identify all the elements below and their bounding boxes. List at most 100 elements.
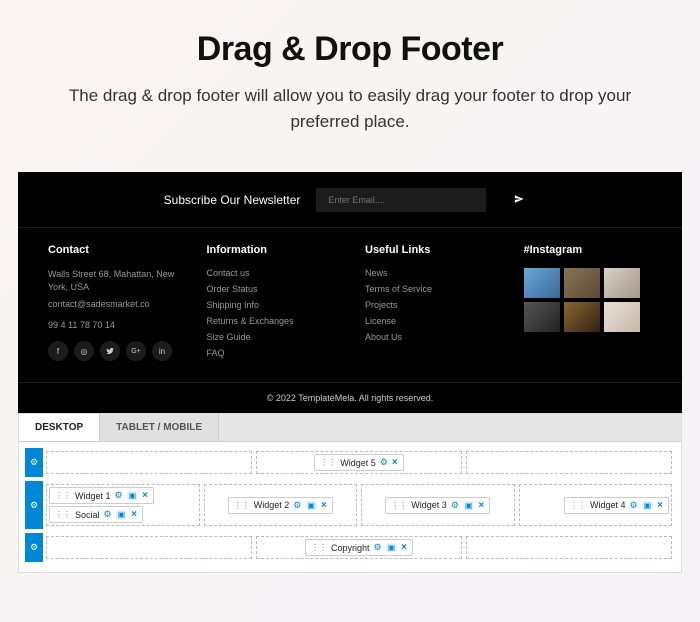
instagram-thumb[interactable] [524,302,560,332]
tab-desktop[interactable]: DESKTOP [19,414,100,441]
page-subtitle: The drag & drop footer will allow you to… [40,83,660,134]
duplicate-icon[interactable]: ▣ [463,501,475,510]
copyright-text: © 2022 TemplateMela. All rights reserved… [18,382,682,413]
close-icon[interactable]: × [392,457,398,468]
linkedin-icon[interactable]: in [152,341,172,361]
drop-slot[interactable]: ⋮⋮ Copyright ⚙ ▣ × [256,536,462,559]
link-news[interactable]: News [365,268,494,278]
builder-row: ⚙ ⋮⋮ Copyright ⚙ ▣ × [25,533,675,562]
widget-block[interactable]: ⋮⋮ Widget 5 ⚙ × [314,454,403,471]
drag-handle-icon: ⋮⋮ [391,501,407,510]
footer-builder: DESKTOP TABLET / MOBILE ⚙ ⋮⋮ Widget 5 ⚙ … [18,413,682,573]
builder-row: ⚙ ⋮⋮ Widget 5 ⚙ × [25,448,675,477]
footer-col-instagram: #Instagram [524,244,653,364]
row-settings-button[interactable]: ⚙ [25,481,43,529]
link-projects[interactable]: Projects [365,300,494,310]
google-plus-icon[interactable]: G+ [126,341,146,361]
twitter-icon[interactable] [100,341,120,361]
duplicate-icon[interactable]: ▣ [116,510,128,519]
instagram-thumb[interactable] [524,268,560,298]
drop-slot[interactable] [46,451,252,474]
drag-handle-icon: ⋮⋮ [320,458,336,467]
row-settings-button[interactable]: ⚙ [25,533,43,562]
drop-slot[interactable]: ⋮⋮ Widget 3 ⚙ ▣ × [361,484,515,526]
link-returns[interactable]: Returns & Exchanges [207,316,336,326]
newsletter-submit-button[interactable] [502,186,536,213]
link-terms[interactable]: Terms of Service [365,284,494,294]
instagram-thumb[interactable] [564,302,600,332]
drag-handle-icon: ⋮⋮ [570,501,586,510]
duplicate-icon[interactable]: ▣ [642,501,654,510]
close-icon[interactable]: × [142,490,148,501]
link-size-guide[interactable]: Size Guide [207,332,336,342]
useful-heading: Useful Links [365,244,494,256]
instagram-thumb[interactable] [564,268,600,298]
widget-label: Widget 2 [254,500,290,510]
gear-icon: ⚙ [30,500,38,511]
instagram-thumb[interactable] [604,302,640,332]
drop-slot[interactable]: ⋮⋮ Widget 4 ⚙ ▣ × [519,484,673,526]
widget-label: Widget 3 [411,500,447,510]
drop-slot[interactable]: ⋮⋮ Widget 5 ⚙ × [256,451,462,474]
link-faq[interactable]: FAQ [207,348,336,358]
gear-icon: ⚙ [30,457,38,468]
widget-block[interactable]: ⋮⋮ Widget 4 ⚙ ▣ × [564,497,669,514]
drop-slot[interactable] [466,536,672,559]
widget-block[interactable]: ⋮⋮ Widget 2 ⚙ ▣ × [228,497,333,514]
drag-handle-icon: ⋮⋮ [311,543,327,552]
gear-icon[interactable]: ⚙ [293,500,301,511]
duplicate-icon[interactable]: ▣ [305,501,317,510]
gear-icon[interactable]: ⚙ [104,509,112,520]
information-heading: Information [207,244,336,256]
drag-handle-icon: ⋮⋮ [234,501,250,510]
widget-block[interactable]: ⋮⋮ Copyright ⚙ ▣ × [305,539,413,556]
builder-row: ⚙ ⋮⋮ Widget 1 ⚙ ▣ × ⋮⋮ Social ⚙ ▣ [25,481,675,529]
link-license[interactable]: License [365,316,494,326]
contact-address: Walls Street 68, Mahattan, New York, USA [48,268,177,293]
drag-handle-icon: ⋮⋮ [55,510,71,519]
facebook-icon[interactable]: f [48,341,68,361]
close-icon[interactable]: × [131,509,137,520]
close-icon[interactable]: × [401,542,407,553]
footer-preview: Subscribe Our Newsletter Contact Walls S… [18,172,682,413]
footer-col-contact: Contact Walls Street 68, Mahattan, New Y… [48,244,177,364]
contact-heading: Contact [48,244,177,256]
drop-slot[interactable] [466,451,672,474]
instagram-heading: #Instagram [524,244,653,256]
gear-icon[interactable]: ⚙ [630,500,638,511]
duplicate-icon[interactable]: ▣ [386,543,398,552]
footer-col-useful: Useful Links News Terms of Service Proje… [365,244,494,364]
newsletter-label: Subscribe Our Newsletter [164,193,301,207]
widget-label: Widget 5 [340,458,376,468]
widget-block[interactable]: ⋮⋮ Widget 3 ⚙ ▣ × [385,497,490,514]
link-about[interactable]: About Us [365,332,494,342]
gear-icon[interactable]: ⚙ [374,542,382,553]
page-title: Drag & Drop Footer [40,30,660,69]
gear-icon[interactable]: ⚙ [451,500,459,511]
newsletter-bar: Subscribe Our Newsletter [18,172,682,228]
close-icon[interactable]: × [321,500,327,511]
widget-label: Social [75,510,100,520]
gear-icon[interactable]: ⚙ [115,490,123,501]
link-order-status[interactable]: Order Status [207,284,336,294]
drop-slot[interactable] [46,536,252,559]
duplicate-icon[interactable]: ▣ [127,491,139,500]
link-contact-us[interactable]: Contact us [207,268,336,278]
footer-col-information: Information Contact us Order Status Ship… [207,244,336,364]
widget-label: Widget 1 [75,491,111,501]
newsletter-email-input[interactable] [316,188,486,212]
drop-slot[interactable]: ⋮⋮ Widget 1 ⚙ ▣ × ⋮⋮ Social ⚙ ▣ × [46,484,200,526]
row-settings-button[interactable]: ⚙ [25,448,43,477]
close-icon[interactable]: × [478,500,484,511]
instagram-icon[interactable]: ◎ [74,341,94,361]
tab-tablet-mobile[interactable]: TABLET / MOBILE [100,414,219,441]
drop-slot[interactable]: ⋮⋮ Widget 2 ⚙ ▣ × [204,484,358,526]
contact-email: contact@sadesmarket.co [48,298,177,311]
link-shipping-info[interactable]: Shipping Info [207,300,336,310]
close-icon[interactable]: × [657,500,663,511]
drag-handle-icon: ⋮⋮ [55,491,71,500]
widget-block[interactable]: ⋮⋮ Widget 1 ⚙ ▣ × [49,487,154,504]
widget-block[interactable]: ⋮⋮ Social ⚙ ▣ × [49,506,143,523]
gear-icon[interactable]: ⚙ [380,457,388,468]
instagram-thumb[interactable] [604,268,640,298]
